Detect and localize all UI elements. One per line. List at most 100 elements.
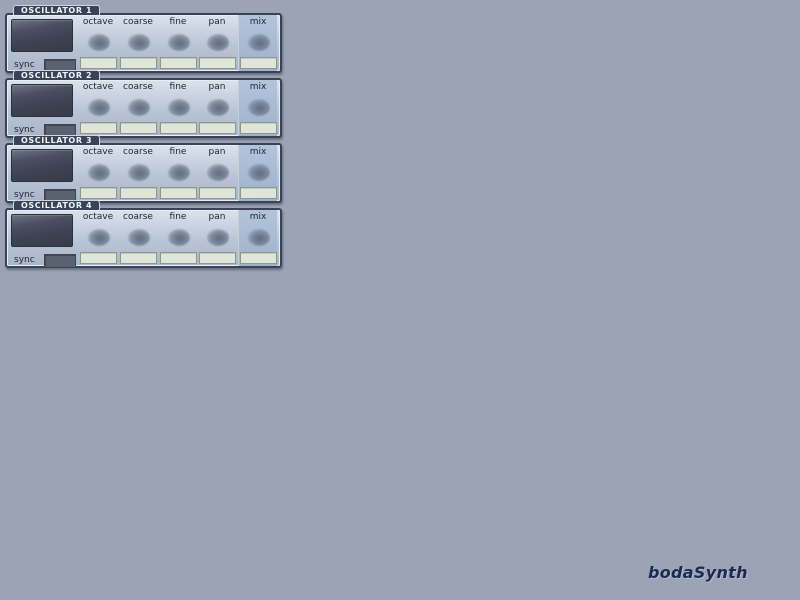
- mix-label: mix: [249, 82, 267, 92]
- brand-logo: bodaSynth: [648, 563, 748, 582]
- octave-knob[interactable]: [88, 164, 110, 181]
- coarse-knob[interactable]: [128, 164, 150, 181]
- oscillator-panel: sync octave coarse fine pan mix: [5, 143, 282, 203]
- fine-value-field[interactable]: [160, 252, 197, 264]
- waveform-display[interactable]: [11, 214, 73, 247]
- oscillator-title: OSCILLATOR 2: [13, 70, 101, 80]
- mix-control: mix: [238, 210, 277, 266]
- fine-value-field[interactable]: [160, 122, 197, 134]
- waveform-display[interactable]: [11, 84, 73, 117]
- pan-value-field[interactable]: [199, 122, 236, 134]
- octave-label: octave: [82, 82, 114, 92]
- mix-value-field[interactable]: [240, 252, 277, 264]
- octave-control: octave: [79, 15, 117, 71]
- oscillator-4-section: OSCILLATOR 4 sync octave coarse fine pan…: [5, 200, 282, 268]
- octave-knob[interactable]: [88, 229, 110, 246]
- pan-control: pan: [198, 80, 236, 136]
- fine-control: fine: [159, 80, 197, 136]
- waveform-display[interactable]: [11, 149, 73, 182]
- octave-value-field[interactable]: [80, 122, 117, 134]
- oscillator-1-section: OSCILLATOR 1 sync octave coarse fine pan…: [5, 5, 282, 73]
- coarse-knob[interactable]: [128, 99, 150, 116]
- oscillator-2-section: OSCILLATOR 2 sync octave coarse fine pan…: [5, 70, 282, 138]
- coarse-control: coarse: [119, 210, 157, 266]
- octave-control: octave: [79, 80, 117, 136]
- fine-knob[interactable]: [168, 99, 190, 116]
- octave-label: octave: [82, 147, 114, 157]
- mix-label: mix: [249, 212, 267, 222]
- pan-control: pan: [198, 210, 236, 266]
- coarse-label: coarse: [123, 82, 153, 92]
- coarse-value-field[interactable]: [120, 122, 157, 134]
- coarse-value-field[interactable]: [120, 252, 157, 264]
- octave-value-field[interactable]: [80, 252, 117, 264]
- mix-knob[interactable]: [248, 34, 270, 51]
- oscillator-panel: sync octave coarse fine pan mix: [5, 208, 282, 268]
- sync-toggle[interactable]: [44, 254, 76, 268]
- fine-value-field[interactable]: [160, 187, 197, 199]
- fine-control: fine: [159, 15, 197, 71]
- mix-value-field[interactable]: [240, 187, 277, 199]
- fine-knob[interactable]: [168, 164, 190, 181]
- pan-label: pan: [208, 17, 226, 27]
- pan-knob[interactable]: [207, 229, 229, 246]
- pan-label: pan: [208, 212, 226, 222]
- fine-label: fine: [169, 212, 187, 222]
- fine-value-field[interactable]: [160, 57, 197, 69]
- mix-control: mix: [238, 145, 277, 201]
- octave-label: octave: [82, 17, 114, 27]
- pan-value-field[interactable]: [199, 57, 236, 69]
- coarse-knob[interactable]: [128, 229, 150, 246]
- waveform-display[interactable]: [11, 19, 73, 52]
- oscillator-title: OSCILLATOR 1: [13, 5, 101, 15]
- mix-control: mix: [238, 80, 277, 136]
- coarse-label: coarse: [123, 212, 153, 222]
- mix-value-field[interactable]: [240, 57, 277, 69]
- coarse-value-field[interactable]: [120, 187, 157, 199]
- mix-label: mix: [249, 147, 267, 157]
- pan-label: pan: [208, 82, 226, 92]
- coarse-control: coarse: [119, 80, 157, 136]
- oscillator-title: OSCILLATOR 3: [13, 135, 101, 145]
- fine-knob[interactable]: [168, 34, 190, 51]
- fine-knob[interactable]: [168, 229, 190, 246]
- sync-label: sync: [14, 255, 35, 265]
- synth-window: OSCILLATOR 1 sync octave coarse fine pan…: [0, 0, 800, 600]
- oscillator-title: OSCILLATOR 4: [13, 200, 101, 210]
- octave-label: octave: [82, 212, 114, 222]
- mix-knob[interactable]: [248, 164, 270, 181]
- coarse-label: coarse: [123, 17, 153, 27]
- pan-knob[interactable]: [207, 34, 229, 51]
- mix-knob[interactable]: [248, 99, 270, 116]
- octave-control: octave: [79, 210, 117, 266]
- coarse-value-field[interactable]: [120, 57, 157, 69]
- coarse-control: coarse: [119, 15, 157, 71]
- mix-knob[interactable]: [248, 229, 270, 246]
- octave-control: octave: [79, 145, 117, 201]
- fine-label: fine: [169, 82, 187, 92]
- pan-knob[interactable]: [207, 99, 229, 116]
- mix-value-field[interactable]: [240, 122, 277, 134]
- octave-value-field[interactable]: [80, 187, 117, 199]
- pan-control: pan: [198, 15, 236, 71]
- fine-control: fine: [159, 145, 197, 201]
- coarse-knob[interactable]: [128, 34, 150, 51]
- fine-label: fine: [169, 17, 187, 27]
- pan-control: pan: [198, 145, 236, 201]
- coarse-control: coarse: [119, 145, 157, 201]
- pan-label: pan: [208, 147, 226, 157]
- fine-control: fine: [159, 210, 197, 266]
- pan-value-field[interactable]: [199, 187, 236, 199]
- coarse-label: coarse: [123, 147, 153, 157]
- mix-control: mix: [238, 15, 277, 71]
- octave-value-field[interactable]: [80, 57, 117, 69]
- octave-knob[interactable]: [88, 99, 110, 116]
- fine-label: fine: [169, 147, 187, 157]
- mix-label: mix: [249, 17, 267, 27]
- oscillator-3-section: OSCILLATOR 3 sync octave coarse fine pan…: [5, 135, 282, 203]
- octave-knob[interactable]: [88, 34, 110, 51]
- oscillator-panel: sync octave coarse fine pan mix: [5, 78, 282, 138]
- pan-knob[interactable]: [207, 164, 229, 181]
- pan-value-field[interactable]: [199, 252, 236, 264]
- oscillator-panel: sync octave coarse fine pan mix: [5, 13, 282, 73]
